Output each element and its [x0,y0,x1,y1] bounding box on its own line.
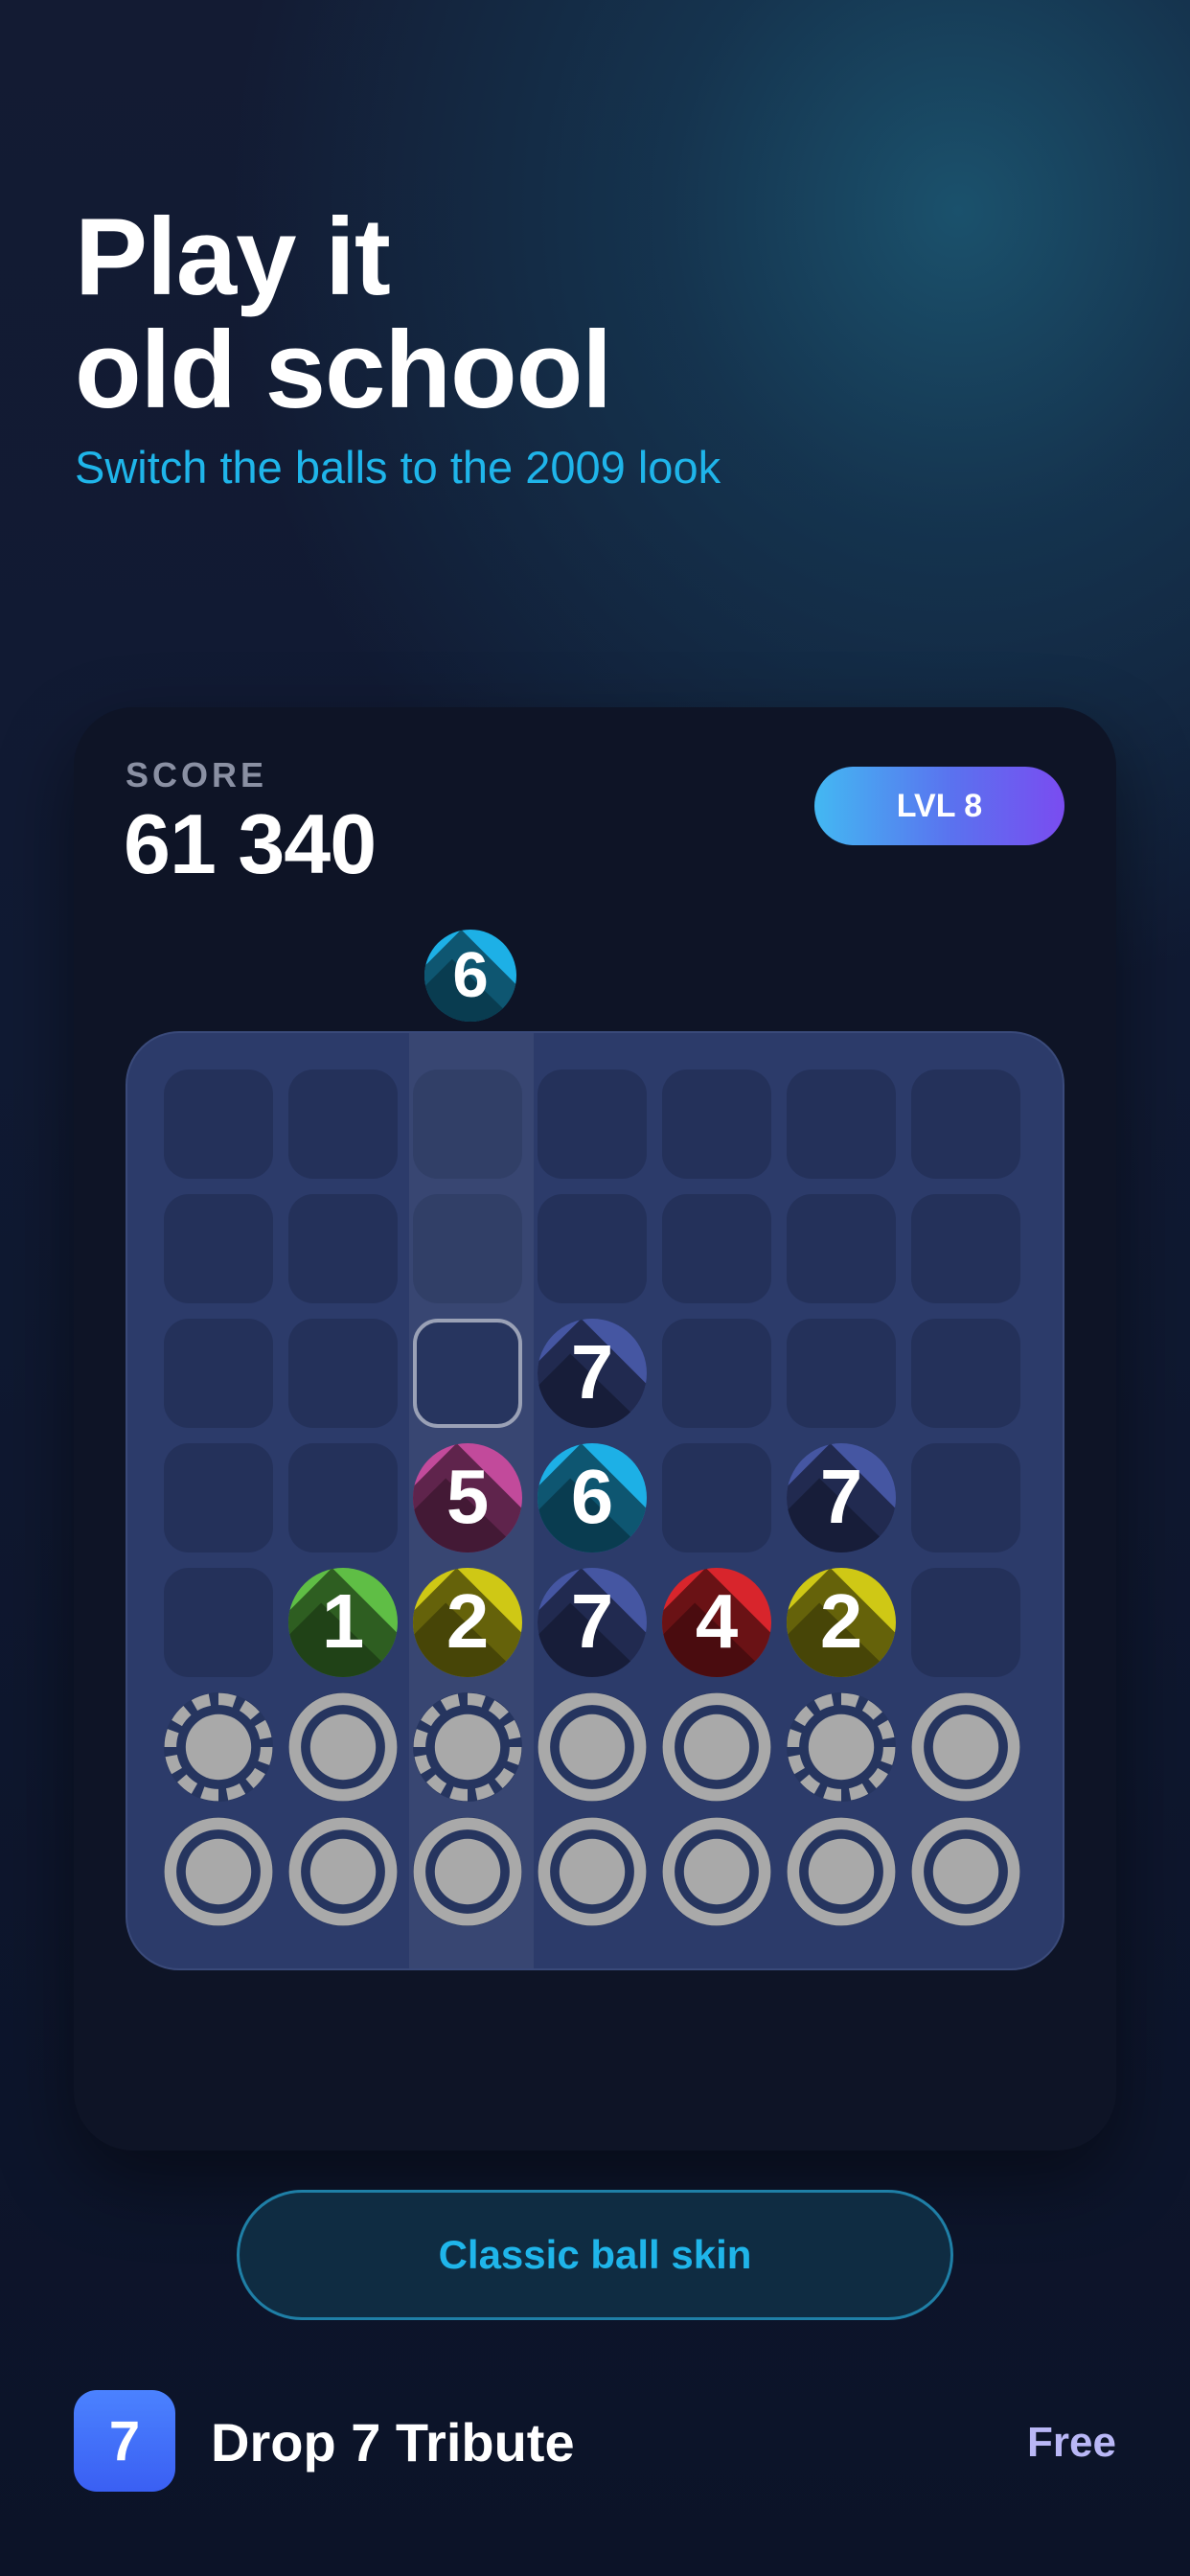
level-badge: LVL 8 [814,767,1064,845]
empty-cell[interactable] [911,1194,1020,1303]
empty-cell[interactable] [288,1319,398,1428]
ball-number: 7 [820,1454,862,1539]
sealed-grey-ball[interactable] [164,1817,273,1926]
headline: Play it old school [75,196,612,431]
headline-line-2: old school [75,310,612,431]
next-ball[interactable]: 6 [424,930,516,1022]
sealed-grey-ball[interactable] [662,1692,771,1802]
game-preview-card: SCORE 61 340 LVL 8 6 756712742 [74,707,1116,2150]
empty-cell[interactable] [787,1070,896,1179]
empty-cell[interactable] [288,1194,398,1303]
cracked-grey-ball[interactable] [787,1692,896,1802]
score-label: SCORE [126,755,268,794]
drop-target-cell[interactable] [413,1319,522,1428]
empty-cell[interactable] [911,1070,1020,1179]
ball-number: 6 [571,1454,613,1539]
ball-4[interactable]: 4 [662,1568,771,1677]
empty-cell[interactable] [164,1319,273,1428]
sealed-grey-ball[interactable] [538,1817,647,1926]
empty-cell[interactable] [164,1194,273,1303]
empty-cell[interactable] [662,1319,771,1428]
sealed-grey-ball[interactable] [413,1817,522,1926]
cracked-grey-ball[interactable] [413,1692,522,1802]
ball-number: 2 [446,1578,489,1664]
empty-cell[interactable] [538,1070,647,1179]
empty-cell[interactable] [538,1194,647,1303]
ball-number: 4 [696,1578,738,1664]
sealed-grey-ball[interactable] [538,1692,647,1802]
empty-cell[interactable] [413,1194,522,1303]
ball-2[interactable]: 2 [787,1568,896,1677]
empty-cell[interactable] [662,1194,771,1303]
empty-cell[interactable] [164,1568,273,1677]
app-icon[interactable]: 7 [74,2390,175,2492]
ball-1[interactable]: 1 [288,1568,398,1677]
sealed-grey-ball[interactable] [662,1817,771,1926]
sealed-grey-ball[interactable] [911,1817,1020,1926]
app-name: Drop 7 Tribute [211,2412,575,2472]
empty-cell[interactable] [662,1070,771,1179]
sealed-grey-ball[interactable] [288,1817,398,1926]
ball-number: 6 [452,939,488,1011]
headline-line-1: Play it [75,196,391,318]
empty-cell[interactable] [787,1319,896,1428]
ball-number: 2 [820,1578,862,1664]
ball-7[interactable]: 7 [538,1568,647,1677]
classic-ball-skin-button[interactable]: Classic ball skin [237,2190,953,2320]
subheadline: Switch the balls to the 2009 look [75,442,721,493]
ball-number: 5 [446,1454,489,1539]
empty-cell[interactable] [911,1443,1020,1552]
ball-7[interactable]: 7 [787,1443,896,1552]
game-board[interactable]: 756712742 [126,1031,1064,1970]
ball-6[interactable]: 6 [538,1443,647,1552]
ball-number: 1 [322,1578,364,1664]
empty-cell[interactable] [288,1443,398,1552]
empty-cell[interactable] [911,1319,1020,1428]
sealed-grey-ball[interactable] [787,1817,896,1926]
empty-cell[interactable] [164,1070,273,1179]
ball-5[interactable]: 5 [413,1443,522,1552]
ball-2[interactable]: 2 [413,1568,522,1677]
empty-cell[interactable] [662,1443,771,1552]
app-footer: 7 Drop 7 Tribute Free [74,2390,1116,2492]
ball-7[interactable]: 7 [538,1319,647,1428]
price-label[interactable]: Free [1027,2419,1116,2467]
empty-cell[interactable] [911,1568,1020,1677]
empty-cell[interactable] [288,1070,398,1179]
empty-cell[interactable] [787,1194,896,1303]
score-value: 61 340 [124,796,377,891]
ball-number: 7 [571,1329,613,1414]
empty-cell[interactable] [413,1070,522,1179]
empty-cell[interactable] [164,1443,273,1552]
sealed-grey-ball[interactable] [911,1692,1020,1802]
cracked-grey-ball[interactable] [164,1692,273,1802]
sealed-grey-ball[interactable] [288,1692,398,1802]
ball-number: 7 [571,1578,613,1664]
